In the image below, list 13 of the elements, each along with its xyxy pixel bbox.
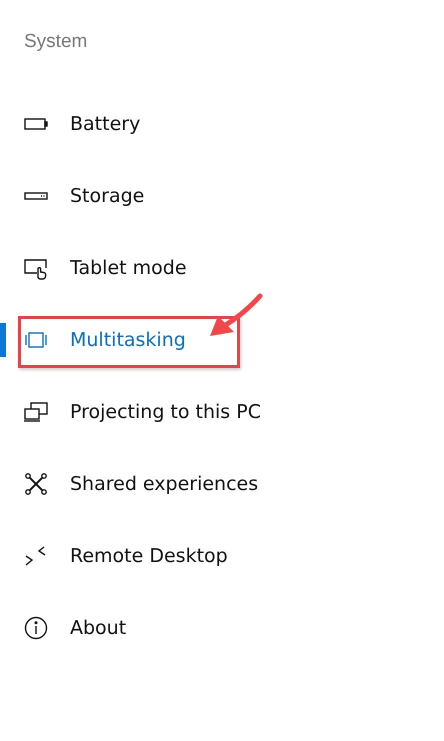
- nav-item[interactable]: Storage: [0, 184, 144, 208]
- nav-item[interactable]: Remote Desktop: [0, 544, 228, 568]
- info-icon: [24, 616, 48, 640]
- nav-item[interactable]: Tablet mode: [0, 256, 187, 280]
- projector-screens-icon: [24, 400, 48, 424]
- nav-item[interactable]: About: [0, 616, 126, 640]
- nav-item[interactable]: Multitasking: [0, 328, 186, 352]
- nav-item[interactable]: Shared experiences: [0, 472, 258, 496]
- section-heading: System: [23, 30, 88, 54]
- nav-item[interactable]: Battery: [0, 112, 140, 136]
- remote-desktop-icon: [24, 544, 48, 568]
- network-nodes-icon: [24, 472, 48, 496]
- nav-item[interactable]: Projecting to this PC: [0, 400, 261, 424]
